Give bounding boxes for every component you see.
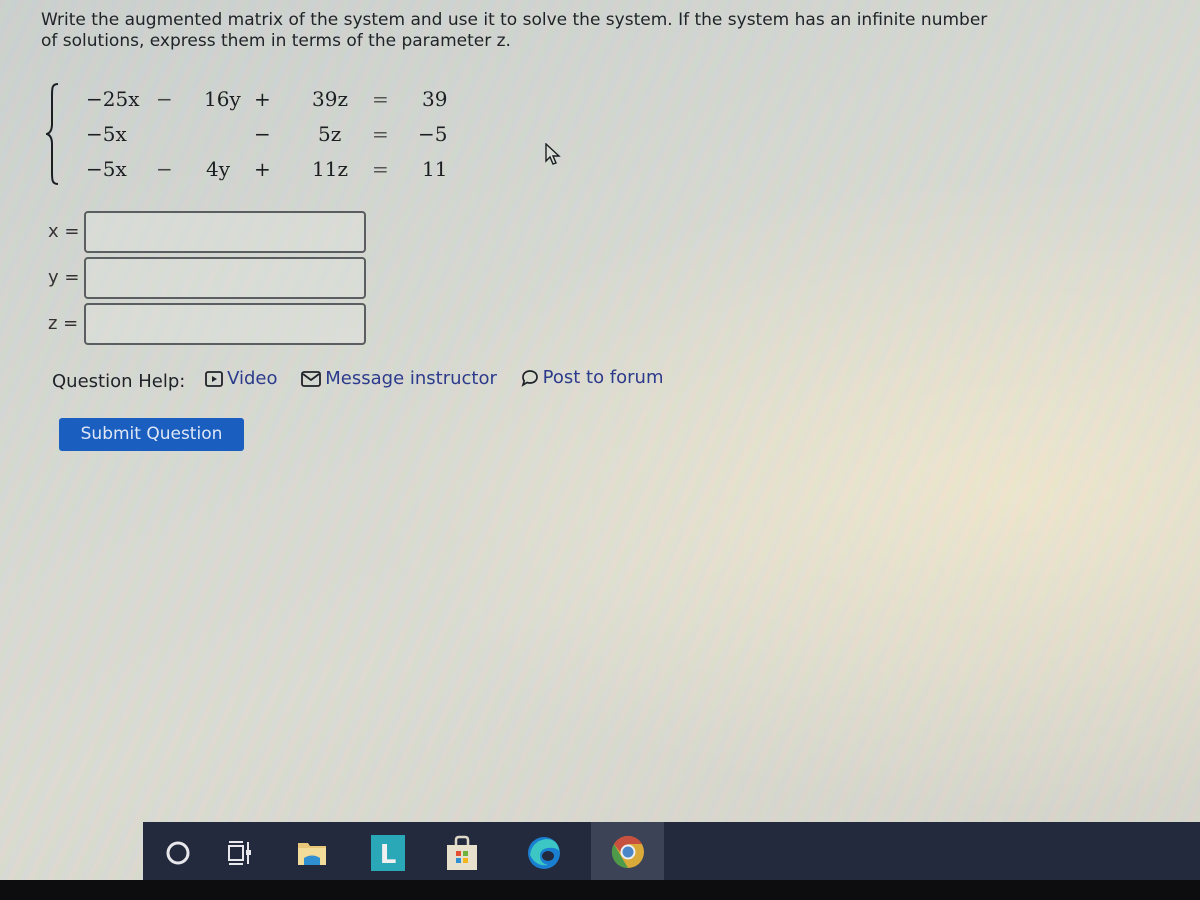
equation-system: −25x − 16y + 39z = 39 −5x − 5z = −5 −5x … bbox=[46, 82, 466, 188]
z-term: 39z bbox=[312, 87, 348, 111]
rhs-value: 39 bbox=[422, 87, 448, 111]
z-answer-input[interactable] bbox=[84, 303, 366, 345]
message-instructor-link[interactable]: Message instructor bbox=[301, 366, 497, 392]
z-term: 11z bbox=[312, 157, 348, 181]
video-link[interactable]: Video bbox=[205, 366, 278, 392]
operator: + bbox=[254, 157, 271, 181]
windows-taskbar: L bbox=[143, 822, 1200, 884]
equation-row: −25x − 16y + 39z = 39 bbox=[46, 84, 466, 114]
equals-sign: = bbox=[372, 87, 389, 111]
taskbar-task-view-button[interactable] bbox=[205, 822, 275, 884]
mouse-cursor-icon bbox=[545, 143, 561, 165]
mail-icon bbox=[301, 371, 322, 387]
store-bag-icon bbox=[447, 835, 477, 870]
y-label: y = bbox=[48, 267, 80, 288]
question-prompt: Write the augmented matrix of the system… bbox=[41, 10, 988, 51]
equation-row: −5x − 5z = −5 bbox=[46, 119, 466, 149]
operator: − bbox=[254, 122, 271, 146]
y-term: 16y bbox=[204, 87, 241, 111]
equation-row: −5x − 4y + 11z = 11 bbox=[46, 154, 466, 184]
taskbar-chrome[interactable] bbox=[591, 822, 664, 884]
post-to-forum-label: Post to forum bbox=[542, 367, 664, 388]
operator: + bbox=[254, 87, 271, 111]
submit-question-button[interactable]: Submit Question bbox=[59, 418, 244, 451]
rhs-value: 11 bbox=[422, 157, 448, 181]
taskbar-l-app[interactable]: L bbox=[353, 822, 423, 884]
x-term: −5x bbox=[86, 157, 127, 181]
task-view-icon bbox=[228, 841, 251, 865]
chat-bubble-icon bbox=[521, 370, 538, 387]
y-term: 4y bbox=[206, 157, 231, 181]
operator: − bbox=[156, 157, 173, 181]
post-to-forum-link[interactable]: Post to forum bbox=[521, 365, 664, 391]
bezel bbox=[0, 880, 1200, 900]
l-app-icon: L bbox=[371, 835, 405, 871]
chrome-icon bbox=[611, 835, 644, 868]
taskbar-search-button[interactable] bbox=[143, 822, 213, 884]
taskbar-edge[interactable] bbox=[509, 822, 579, 884]
l-app-letter: L bbox=[380, 840, 397, 870]
question-help-label: Question Help: bbox=[52, 371, 186, 392]
z-label: z = bbox=[48, 313, 79, 334]
video-link-label: Video bbox=[227, 368, 278, 389]
folder-icon bbox=[298, 843, 326, 865]
operator: − bbox=[156, 87, 173, 111]
question-help: Question Help: Video Message instructor … bbox=[52, 365, 682, 392]
x-term: −5x bbox=[86, 122, 127, 146]
equals-sign: = bbox=[372, 122, 389, 146]
y-answer-input[interactable] bbox=[84, 257, 366, 299]
x-answer-input[interactable] bbox=[84, 211, 366, 253]
taskbar-microsoft-store[interactable] bbox=[427, 822, 497, 884]
circle-icon bbox=[166, 841, 190, 865]
x-label: x = bbox=[48, 221, 80, 242]
z-term: 5z bbox=[318, 122, 342, 146]
equals-sign: = bbox=[372, 157, 389, 181]
taskbar-file-explorer[interactable] bbox=[277, 822, 347, 884]
edge-icon bbox=[528, 837, 560, 869]
x-term: −25x bbox=[86, 87, 140, 111]
video-icon bbox=[205, 371, 223, 387]
rhs-value: −5 bbox=[418, 122, 448, 146]
message-instructor-label: Message instructor bbox=[325, 368, 497, 389]
